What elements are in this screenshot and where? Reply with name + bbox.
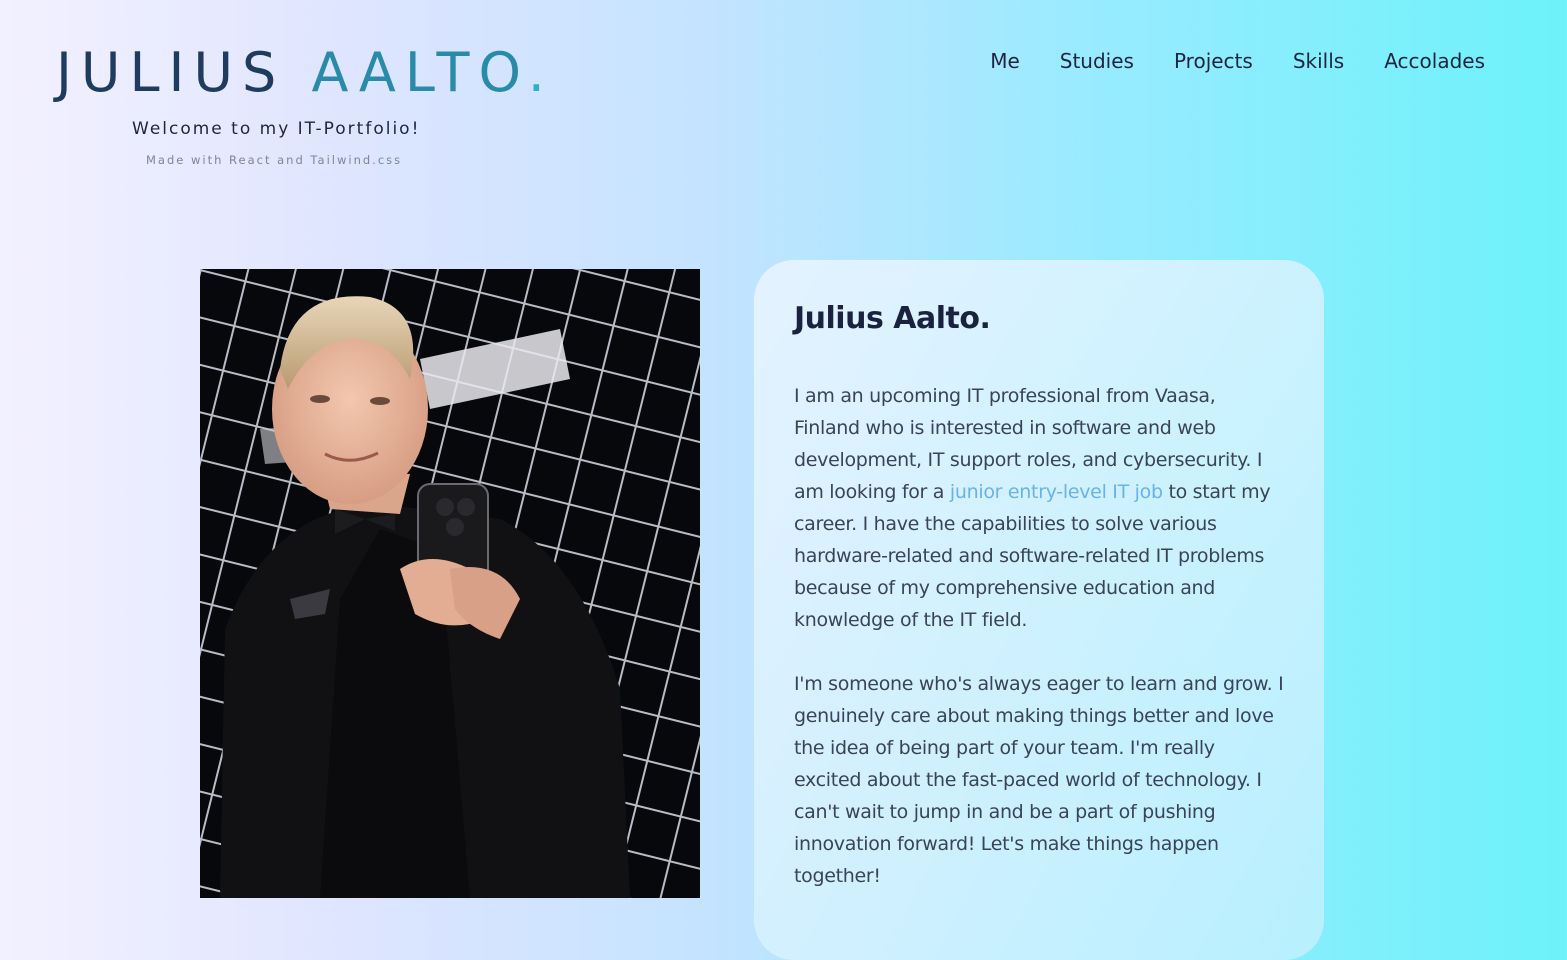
nav-item-studies[interactable]: Studies	[1040, 46, 1154, 76]
made-with-note: Made with React and Tailwind.css	[146, 153, 403, 167]
about-paragraph-1: I am an upcoming IT professional from Va…	[794, 380, 1284, 636]
about-paragraph-2: I'm someone who's always eager to learn …	[794, 673, 1284, 887]
nav-item-me[interactable]: Me	[970, 46, 1040, 76]
site-logo: JULIUS AALTO.	[56, 38, 554, 108]
about-p1-after: to start my career. I have the capabilit…	[794, 481, 1271, 631]
main-nav: Me Studies Projects Skills Accolades	[970, 46, 1485, 76]
about-card: Julius Aalto. I am an upcoming IT profes…	[754, 260, 1324, 960]
welcome-tagline: Welcome to my IT-Portfolio!	[132, 119, 421, 139]
logo-dot: .	[527, 41, 554, 104]
profile-photo	[200, 269, 700, 898]
about-p1-highlight: junior entry-level IT job	[949, 481, 1163, 503]
nav-item-skills[interactable]: Skills	[1273, 46, 1364, 76]
about-title: Julius Aalto.	[794, 301, 991, 336]
nav-item-projects[interactable]: Projects	[1154, 46, 1273, 76]
logo-last-name: AALTO	[311, 41, 528, 104]
nav-item-accolades[interactable]: Accolades	[1364, 46, 1485, 76]
logo-first-name: JULIUS	[56, 41, 286, 104]
